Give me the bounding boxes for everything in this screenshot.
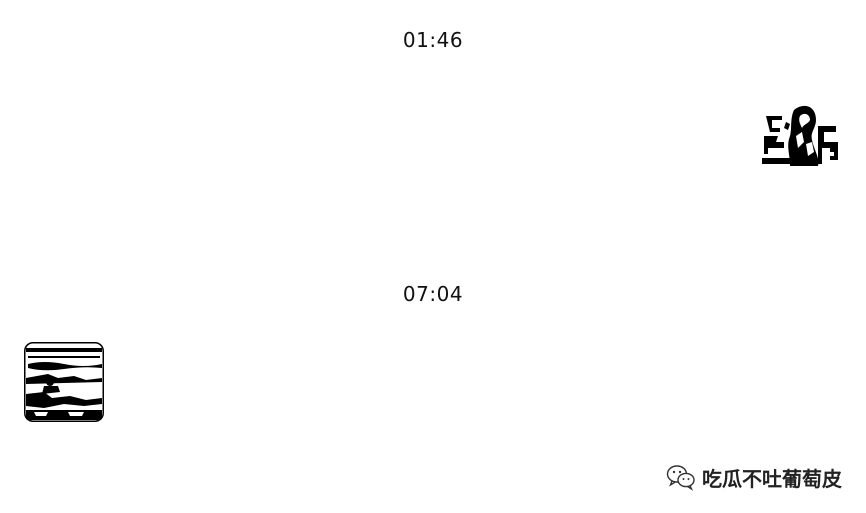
watermark: 吃瓜不吐葡萄皮 bbox=[666, 462, 842, 492]
watermark-text: 吃瓜不吐葡萄皮 bbox=[702, 466, 842, 491]
avatar-image bbox=[24, 342, 104, 422]
sender-avatar-left[interactable] bbox=[24, 342, 104, 422]
message-timestamp: 01:46 bbox=[402, 28, 464, 52]
sender-avatar-right[interactable] bbox=[760, 102, 840, 168]
message-timestamp: 07:04 bbox=[402, 282, 464, 306]
wechat-icon bbox=[666, 463, 696, 491]
avatar-image bbox=[760, 102, 840, 168]
